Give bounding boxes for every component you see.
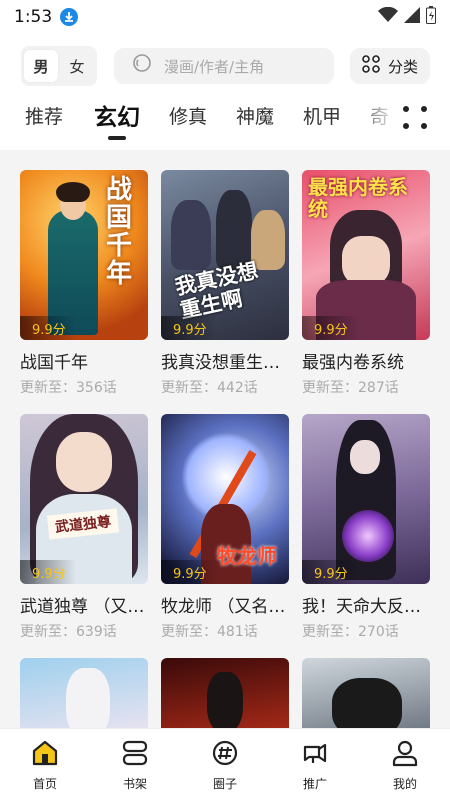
comic-update: 更新至：639话: [20, 624, 117, 640]
community-icon: [211, 739, 239, 771]
nav-profile[interactable]: 我的: [360, 729, 450, 797]
status-bar: 1:53: [0, 0, 450, 34]
tab-xiuzhen[interactable]: 修真: [169, 102, 207, 129]
comic-title: 我真没想重生…: [161, 353, 280, 373]
nav-bookshelf[interactable]: 书架: [90, 729, 180, 797]
score-badge: 9.9分: [20, 560, 76, 584]
comic-update: 更新至：481话: [161, 624, 258, 640]
comic-cover: 我真没想重生啊 9.9分: [161, 170, 289, 340]
search-placeholder: 漫画/作者/主角: [164, 57, 265, 76]
battery-icon: [426, 5, 436, 29]
comic-card[interactable]: [161, 658, 289, 730]
comic-cover: 牧龙师 9.9分: [161, 414, 289, 584]
bottom-nav: 首页 书架 圈子 推广 我的: [0, 728, 450, 797]
grid-icon: [362, 55, 380, 77]
comic-card[interactable]: 我真没想重生啊 9.9分 我真没想重生… 更新至：442话: [161, 170, 289, 397]
tab-jijia[interactable]: 机甲: [303, 102, 341, 129]
nav-home[interactable]: 首页: [0, 729, 90, 797]
tab-recommend[interactable]: 推荐: [25, 102, 63, 129]
comic-update: 更新至：442话: [161, 380, 258, 396]
bookshelf-icon: [121, 739, 149, 771]
home-icon: [31, 739, 59, 771]
comic-cover: 9.9分: [302, 414, 430, 584]
search-input[interactable]: 漫画/作者/主角: [114, 48, 334, 84]
nav-profile-label: 我的: [392, 777, 417, 791]
tab-shenmo[interactable]: 神魔: [236, 102, 274, 129]
score-badge: 9.9分: [161, 560, 217, 584]
tab-fade: [350, 96, 400, 136]
comic-card[interactable]: 牧龙师 9.9分 牧龙师 （又名… 更新至：481话: [161, 414, 289, 641]
nav-promote[interactable]: 推广: [270, 729, 360, 797]
promote-icon: [301, 739, 329, 771]
gender-female-option[interactable]: 女: [60, 50, 94, 82]
nav-community-label: 圈子: [212, 777, 237, 791]
score-badge: 9.9分: [20, 316, 76, 340]
genre-tabs: 推荐 玄幻 修真 神魔 机甲 奇: [0, 96, 450, 140]
search-icon: [132, 53, 154, 79]
comic-title: 战国千年: [20, 353, 88, 373]
comic-update: 更新至：287话: [302, 380, 399, 396]
header-row: 男 女 漫画/作者/主角 分类: [0, 46, 450, 86]
nav-bookshelf-label: 书架: [122, 777, 147, 791]
comic-title: 最强内卷系统: [302, 353, 404, 373]
cover-title: 战国千年: [106, 175, 133, 289]
signal-icon: [404, 6, 420, 28]
more-genres-icon[interactable]: [400, 104, 428, 132]
comic-update: 更新至：356话: [20, 380, 117, 396]
comic-cover: [161, 658, 289, 730]
score-badge: 9.9分: [302, 560, 358, 584]
nav-home-label: 首页: [32, 777, 57, 791]
wifi-icon: [378, 6, 398, 28]
score-badge: 9.9分: [302, 316, 358, 340]
gender-toggle: 男 女: [21, 46, 97, 86]
gender-male-option[interactable]: 男: [24, 50, 58, 82]
score-badge: 9.9分: [161, 316, 217, 340]
cover-title: 最强内卷系统: [308, 175, 408, 221]
comic-card[interactable]: 9.9分 我！天命大反… 更新至：270话: [302, 414, 430, 641]
comic-cover: [302, 658, 430, 730]
comic-title: 武道独尊 （又…: [20, 597, 145, 617]
nav-community[interactable]: 圈子: [180, 729, 270, 797]
category-button[interactable]: 分类: [350, 48, 430, 84]
tab-xuanhuan[interactable]: 玄幻: [94, 98, 140, 132]
comic-card[interactable]: 战国千年 9.9分 战国千年 更新至：356话: [20, 170, 148, 397]
profile-icon: [391, 739, 419, 771]
comic-cover: 武道独尊 9.9分: [20, 414, 148, 584]
comic-grid: 战国千年 9.9分 战国千年 更新至：356话 我真没想重生啊 9.9分 我真没…: [0, 150, 450, 730]
comic-card[interactable]: [302, 658, 430, 730]
download-icon: [60, 8, 79, 26]
comic-title: 我！天命大反…: [302, 597, 421, 617]
comic-cover: 最强内卷系统 9.9分: [302, 170, 430, 340]
comic-cover: [20, 658, 148, 730]
comic-title: 牧龙师 （又名…: [161, 597, 286, 617]
comic-card[interactable]: [20, 658, 148, 730]
cover-title: 牧龙师: [217, 544, 277, 568]
category-label: 分类: [387, 57, 418, 76]
nav-promote-label: 推广: [302, 777, 327, 791]
status-time: 1:53: [14, 7, 53, 27]
tab-indicator: [108, 136, 126, 140]
comic-cover: 战国千年 9.9分: [20, 170, 148, 340]
comic-card[interactable]: 武道独尊 9.9分 武道独尊 （又… 更新至：639话: [20, 414, 148, 641]
comic-card[interactable]: 最强内卷系统 9.9分 最强内卷系统 更新至：287话: [302, 170, 430, 397]
comic-update: 更新至：270话: [302, 624, 399, 640]
